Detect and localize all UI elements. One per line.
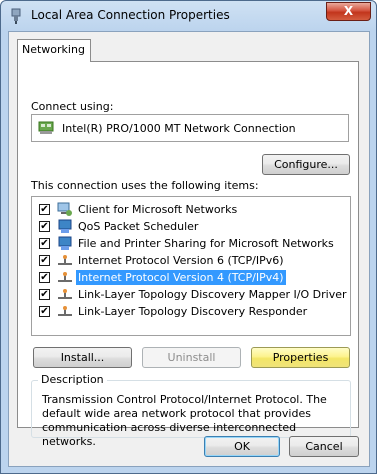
- network-service-icon: [58, 236, 72, 250]
- network-protocol-icon: [58, 289, 72, 299]
- properties-button[interactable]: Properties: [251, 347, 350, 368]
- properties-dialog: Local Area Connection Properties X Netwo…: [0, 0, 377, 474]
- components-list[interactable]: ✔ Client for Microsoft Networks ✔ QoS Pa…: [31, 196, 351, 336]
- item-checkbox[interactable]: ✔: [39, 306, 50, 317]
- item-label: Internet Protocol Version 6 (TCP/IPv6): [78, 254, 284, 267]
- networking-panel: Connect using: Intel(R) PRO/1000 MT Netw…: [17, 61, 359, 448]
- item-label: Internet Protocol Version 4 (TCP/IPv4): [76, 270, 286, 285]
- close-button[interactable]: X: [326, 2, 371, 21]
- network-client-icon: [57, 202, 72, 216]
- cancel-button[interactable]: Cancel: [289, 436, 359, 457]
- dialog-body: Networking Connect using: Intel(R) PRO/1…: [8, 31, 370, 467]
- uninstall-button[interactable]: Uninstall: [142, 347, 241, 368]
- network-protocol-icon: [58, 272, 72, 282]
- adapter-field: Intel(R) PRO/1000 MT Network Connection: [31, 114, 349, 142]
- item-checkbox[interactable]: ✔: [39, 289, 50, 300]
- list-item[interactable]: ✔ Link-Layer Topology Discovery Responde…: [36, 303, 346, 320]
- network-connection-icon: [11, 8, 21, 24]
- list-item-selected[interactable]: ✔ Internet Protocol Version 4 (TCP/IPv4): [36, 269, 346, 286]
- tab-networking[interactable]: Networking: [17, 39, 91, 62]
- item-label: Link-Layer Topology Discovery Responder: [78, 305, 308, 318]
- item-checkbox[interactable]: ✔: [39, 204, 50, 215]
- item-label: File and Printer Sharing for Microsoft N…: [78, 237, 334, 250]
- configure-button[interactable]: Configure...: [262, 154, 350, 175]
- description-title: Description: [38, 373, 107, 386]
- install-button[interactable]: Install...: [33, 347, 132, 368]
- network-protocol-icon: [58, 255, 72, 265]
- item-checkbox[interactable]: ✔: [39, 255, 50, 266]
- item-checkbox[interactable]: ✔: [39, 272, 50, 283]
- item-label: Link-Layer Topology Discovery Mapper I/O…: [78, 288, 347, 301]
- description-group: Description Transmission Control Protoco…: [31, 373, 351, 448]
- item-checkbox[interactable]: ✔: [39, 221, 50, 232]
- network-protocol-icon: [58, 306, 72, 316]
- item-label: QoS Packet Scheduler: [78, 220, 199, 233]
- list-item[interactable]: ✔ Client for Microsoft Networks: [36, 201, 346, 218]
- connect-using-label: Connect using:: [31, 100, 114, 113]
- item-label: Client for Microsoft Networks: [78, 203, 238, 216]
- window-title: Local Area Connection Properties: [31, 8, 230, 22]
- list-item[interactable]: ✔ QoS Packet Scheduler: [36, 218, 346, 235]
- list-item[interactable]: ✔ Internet Protocol Version 6 (TCP/IPv6): [36, 252, 346, 269]
- item-checkbox[interactable]: ✔: [39, 238, 50, 249]
- list-item[interactable]: ✔ Link-Layer Topology Discovery Mapper I…: [36, 286, 347, 303]
- adapter-name: Intel(R) PRO/1000 MT Network Connection: [62, 122, 296, 135]
- list-item[interactable]: ✔ File and Printer Sharing for Microsoft…: [36, 235, 346, 252]
- network-service-icon: [58, 219, 72, 233]
- network-adapter-icon: [38, 121, 54, 134]
- items-label: This connection uses the following items…: [31, 179, 259, 192]
- ok-button[interactable]: OK: [204, 436, 280, 457]
- title-bar[interactable]: Local Area Connection Properties X: [1, 1, 376, 31]
